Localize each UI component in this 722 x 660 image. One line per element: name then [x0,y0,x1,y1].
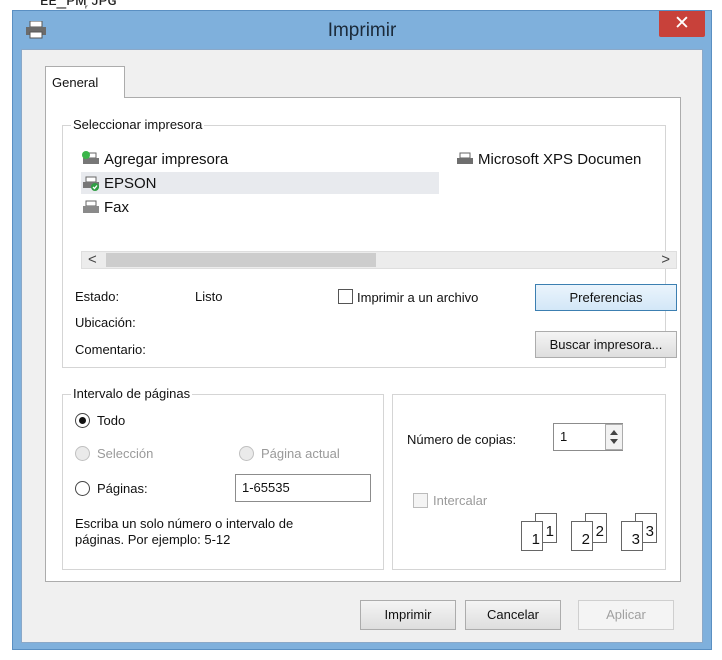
status-label: Estado: [75,289,120,304]
printer-label: Agregar impresora [104,150,229,168]
printer-label: EPSON [104,174,157,192]
collate-page-number: 3 [645,523,654,540]
current-page-label: Página actual [261,446,340,461]
print-button[interactable]: Imprimir [360,600,456,630]
scroll-right-icon[interactable]: > [661,251,670,268]
scroll-left-icon[interactable]: < [88,251,97,268]
printer-icon [457,152,473,164]
comment-label: Comentario: [75,342,146,357]
collate-page-number: 2 [595,523,604,540]
all-pages-label[interactable]: Todo [97,413,125,428]
collate-page-number: 1 [545,523,554,540]
dialog-client-area: General Seleccionar impresora Agregar im… [21,49,703,643]
collate-page-number: 3 [631,531,640,548]
copies-spinner[interactable] [605,424,623,450]
page-range-title: Intervalo de páginas [71,386,193,401]
select-printer-title: Seleccionar impresora [71,117,205,132]
printer-list-item-epson[interactable]: EPSON [81,172,157,194]
selection-radio[interactable] [75,446,90,461]
copies-group: Número de copias: 1 Intercalar 1 1 2 2 3… [392,394,666,570]
printer-default-icon [83,176,99,191]
tab-general[interactable]: General [45,66,125,98]
selection-label: Selección [97,446,154,461]
close-button[interactable]: ✕ [659,11,705,37]
collate-page-number: 1 [531,531,540,548]
tab-panel-general: Seleccionar impresora Agregar impresora [45,97,681,582]
dialog-title: Imprimir [327,20,397,41]
window-title-fragment: ᴇᴇ_ᴘᴍ᷊ ᴊᴘɢ [40,0,117,10]
apply-button[interactable]: Aplicar [578,600,674,630]
fax-icon [83,200,99,213]
select-printer-group: Seleccionar impresora Agregar impresora [62,117,677,368]
status-value: Listo [195,289,223,304]
pages-radio[interactable] [75,481,90,496]
scrollbar-thumb[interactable] [106,253,376,267]
print-to-file-checkbox[interactable] [338,289,353,304]
pages-range-input[interactable]: 1-65535 [235,474,371,502]
title-bar: Imprimir ✕ [13,11,711,49]
add-printer-icon [82,151,99,164]
spinner-arrows-icon [610,430,618,444]
print-to-file-label[interactable]: Imprimir a un archivo [357,290,478,305]
page-range-group: Intervalo de páginas Todo Selección Pági… [62,386,384,570]
printer-label: Fax [104,198,130,216]
printer-list-item-add[interactable]: Agregar impresora [81,148,228,170]
preferences-button[interactable]: Preferencias [535,284,677,311]
all-pages-radio[interactable] [75,413,90,428]
printer-label: Microsoft XPS Documen [478,150,642,168]
cancel-button[interactable]: Cancelar [465,600,561,630]
pages-label[interactable]: Páginas: [97,481,148,496]
page-range-hint-line2: páginas. Por ejemplo: 5-12 [75,532,231,547]
print-dialog: Imprimir ✕ General Seleccionar impresora… [12,10,712,650]
collate-checkbox[interactable] [413,493,428,508]
printer-list-item-xps[interactable]: Microsoft XPS Documen [455,148,641,170]
collate-page-number: 2 [581,531,590,548]
location-label: Ubicación: [75,315,136,330]
printer-list-scrollbar[interactable]: < > [81,251,677,269]
collate-set-2-icon: 2 2 [571,513,611,557]
collate-set-1-icon: 1 1 [521,513,561,557]
collate-set-3-icon: 3 3 [621,513,661,557]
current-page-radio[interactable] [239,446,254,461]
printer-list-item-fax[interactable]: Fax [81,196,129,218]
page-range-hint-line1: Escriba un solo número o intervalo de [75,516,294,531]
collate-label: Intercalar [433,493,488,508]
copies-label: Número de copias: [407,432,517,447]
find-printer-button[interactable]: Buscar impresora... [535,331,677,358]
